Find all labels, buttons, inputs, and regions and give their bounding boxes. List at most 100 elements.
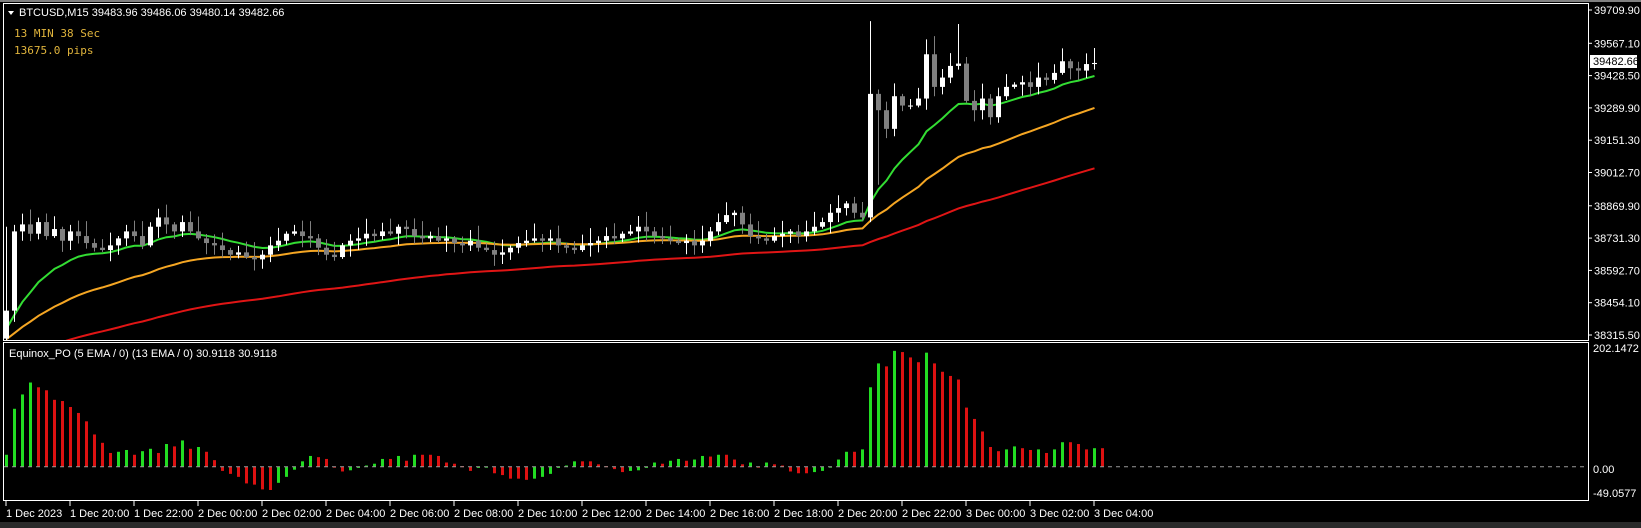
candle-body — [196, 231, 201, 239]
candle-body — [964, 63, 969, 101]
histogram-bar — [677, 458, 680, 467]
candle-body — [876, 93, 881, 111]
histogram-bar — [861, 449, 864, 467]
histogram-bar — [717, 454, 720, 467]
indicator-title: Equinox_PO (5 EMA / 0) (13 EMA / 0) 30.9… — [9, 348, 277, 360]
histogram-bar — [245, 466, 248, 484]
histogram-bar — [909, 357, 912, 467]
histogram-bar — [141, 451, 144, 467]
candle — [500, 239, 505, 265]
candle-body — [340, 245, 345, 258]
histogram-bar — [181, 440, 184, 467]
candle — [684, 234, 689, 255]
histogram-bar — [1093, 448, 1096, 467]
time-label: 2 Dec 14:00 — [646, 508, 705, 520]
candle — [548, 229, 553, 251]
ma-line-fast — [5, 75, 1095, 330]
histogram-bar — [109, 452, 112, 467]
candle-body — [1092, 62, 1097, 65]
histogram-bar — [301, 461, 304, 467]
histogram-bar — [21, 394, 24, 467]
histogram-bar — [925, 352, 928, 467]
candle-body — [852, 203, 857, 213]
candle-body — [404, 226, 409, 230]
candle-body — [468, 240, 473, 246]
candle — [724, 202, 729, 224]
candle — [388, 218, 393, 236]
candle-body — [508, 247, 513, 253]
candle — [36, 217, 41, 240]
histogram-bar — [573, 461, 576, 467]
time-label: 2 Dec 10:00 — [518, 508, 577, 520]
candle-body — [148, 226, 153, 246]
candle-body — [236, 252, 241, 255]
candle-body — [276, 240, 281, 246]
symbol-info: BTCUSD,M15 39483.96 39486.06 39480.14 39… — [19, 7, 284, 19]
time-label: 1 Dec 2023 — [6, 508, 62, 520]
histogram-bar — [797, 466, 800, 474]
histogram-bar — [1101, 448, 1104, 467]
time-label: 2 Dec 04:00 — [326, 508, 385, 520]
histogram-bar — [685, 460, 688, 467]
candle-body — [92, 243, 97, 248]
candle — [516, 236, 521, 254]
candle-body — [452, 238, 457, 244]
candle-body — [980, 98, 985, 111]
candle — [868, 21, 873, 223]
candle-body — [332, 254, 337, 258]
candle-body — [1076, 68, 1081, 71]
candle — [1052, 64, 1057, 84]
time-label: 2 Dec 18:00 — [774, 508, 833, 520]
candle — [340, 243, 345, 259]
histogram-bar — [533, 466, 536, 479]
candle-body — [532, 238, 537, 241]
histogram-bar — [877, 363, 880, 467]
collapse-triangle-icon[interactable] — [8, 11, 14, 15]
candle-body — [260, 254, 265, 260]
candle — [1084, 53, 1089, 79]
histogram-bar — [405, 460, 408, 467]
histogram-bar — [1045, 452, 1048, 467]
histogram-bar — [893, 350, 896, 467]
candle-body — [428, 236, 433, 239]
histogram-bar — [805, 466, 808, 474]
candle — [348, 234, 353, 257]
histogram-bar — [525, 466, 528, 480]
candle-body — [412, 229, 417, 237]
histogram-bar — [621, 466, 624, 473]
candle — [676, 238, 681, 245]
pips-readout: 13675.0 pips — [14, 44, 93, 57]
histogram-bar — [517, 466, 520, 479]
histogram-bar — [765, 462, 768, 467]
chart-window[interactable]: BTCUSD,M15 39483.96 39486.06 39480.14 39… — [0, 0, 1641, 528]
histogram-bar — [421, 454, 424, 467]
candle — [420, 221, 425, 244]
candle — [932, 36, 937, 97]
candle-body — [36, 222, 41, 234]
candle-body — [996, 96, 1001, 118]
candle — [308, 221, 313, 248]
time-axis[interactable]: 1 Dec 2023 1 Dec 20:00 1 Dec 22:00 2 Dec 00… — [5, 501, 1153, 520]
histogram-bar — [997, 451, 1000, 467]
histogram-bar — [845, 451, 848, 467]
candle-body — [956, 63, 961, 66]
candle-body — [1068, 61, 1073, 69]
price-label: 38315.50 — [1594, 330, 1640, 342]
candle-body — [788, 231, 793, 234]
histogram-bar — [821, 466, 824, 471]
candle-body — [244, 252, 249, 258]
histogram-bar — [213, 460, 216, 467]
price-label: 39428.50 — [1594, 71, 1640, 83]
candle-body — [124, 231, 129, 239]
candle-body — [492, 250, 497, 255]
candle-body — [180, 222, 185, 232]
histogram-bar — [917, 362, 920, 467]
candle — [84, 221, 89, 249]
candle — [372, 229, 377, 242]
candle-body — [420, 236, 425, 239]
candle-body — [188, 222, 193, 232]
candle-body — [364, 233, 369, 239]
candle-body — [1004, 86, 1009, 97]
histogram-bar — [117, 451, 120, 467]
candle — [772, 227, 777, 243]
